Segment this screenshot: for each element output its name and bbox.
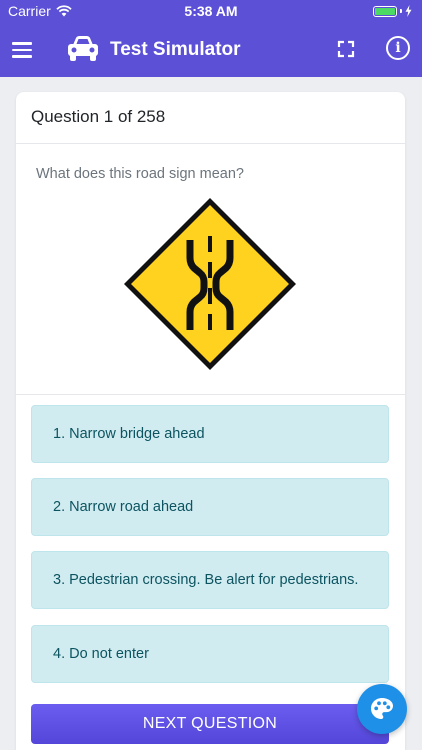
answer-label: 2. Narrow road ahead <box>53 499 194 515</box>
app-title: Test Simulator <box>110 39 241 60</box>
status-bar: Carrier 5:38 AM <box>0 0 422 22</box>
app-root: Carrier 5:38 AM Test Simulator i Questio… <box>0 0 422 750</box>
status-time: 5:38 AM <box>184 3 238 19</box>
hamburger-menu-icon[interactable] <box>12 36 40 64</box>
theme-fab-button[interactable] <box>357 684 407 734</box>
charging-bolt-icon <box>405 5 412 17</box>
answer-label: 4. Do not enter <box>53 646 149 662</box>
car-icon <box>68 36 98 61</box>
answer-label: 1. Narrow bridge ahead <box>53 426 205 442</box>
answer-option-1[interactable]: 1. Narrow bridge ahead <box>31 405 389 463</box>
answer-option-3[interactable]: 3. Pedestrian crossing. Be alert for ped… <box>31 551 389 609</box>
battery-fill <box>375 7 395 15</box>
answer-label: 3. Pedestrian crossing. Be alert for ped… <box>53 572 359 588</box>
answer-option-2[interactable]: 2. Narrow road ahead <box>31 478 389 536</box>
question-card: Question 1 of 258 What does this road si… <box>16 92 405 750</box>
answer-option-4[interactable]: 4. Do not enter <box>31 625 389 683</box>
info-icon[interactable]: i <box>386 36 410 60</box>
menu-line <box>12 48 32 52</box>
question-counter: Question 1 of 258 <box>16 92 405 144</box>
battery-icon <box>373 5 412 17</box>
palette-icon <box>371 698 393 719</box>
next-question-button[interactable]: NEXT QUESTION <box>31 704 389 744</box>
question-text: What does this road sign mean? <box>36 166 244 182</box>
menu-line <box>12 42 32 45</box>
battery-body <box>373 5 397 17</box>
menu-line <box>12 55 32 58</box>
narrow-road-sign-icon <box>124 198 296 370</box>
card-divider <box>16 394 405 395</box>
battery-tip <box>400 9 402 13</box>
fullscreen-icon[interactable] <box>335 38 357 60</box>
app-bar: Test Simulator i <box>0 22 422 77</box>
